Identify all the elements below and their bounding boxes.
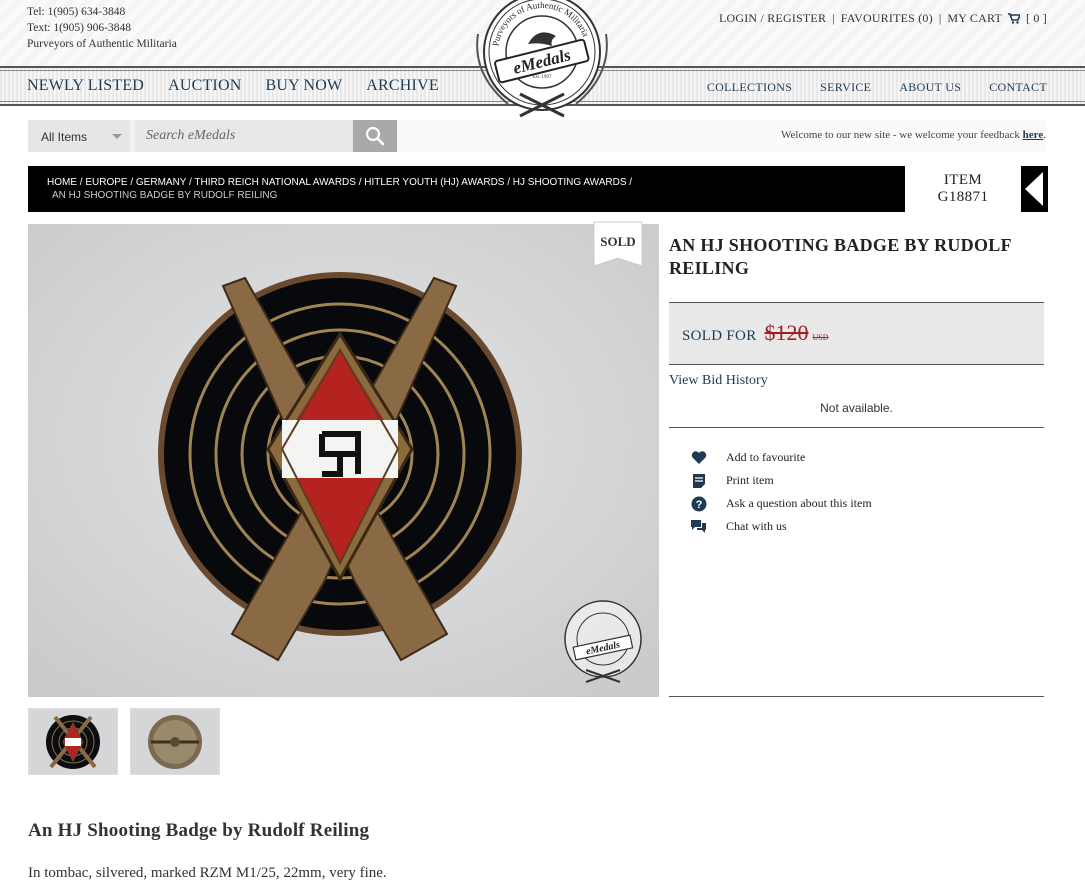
breadcrumb: HOME / EUROPE / GERMANY / THIRD REICH NA… (28, 166, 905, 212)
description-title: An HJ Shooting Badge by Rudolf Reiling (28, 820, 370, 841)
cart-link[interactable]: MY CART (947, 11, 1002, 26)
login-register-link[interactable]: LOGIN / REGISTER (719, 11, 826, 26)
feedback-link[interactable]: here (1023, 129, 1044, 141)
product-image[interactable]: eMedals (28, 224, 659, 697)
utility-links: LOGIN / REGISTER | FAVOURITES (0) | MY C… (718, 11, 1047, 26)
tagline: Purveyors of Authentic Militaria (27, 38, 177, 50)
nav-contact[interactable]: CONTACT (989, 80, 1047, 95)
print-item-action[interactable]: Print item (690, 469, 872, 492)
item-number-box: ITEM G18871 (905, 166, 1021, 212)
welcome-message: Welcome to our new site - we welcome you… (781, 129, 1046, 141)
thumbnail-reverse[interactable] (130, 708, 220, 775)
sold-for-label: SOLD FOR (682, 328, 757, 344)
watermark-logo: eMedals (564, 600, 642, 683)
description-text: In tombac, silvered, marked RZM M1/25, 2… (28, 865, 387, 881)
price-currency: USD (812, 333, 829, 342)
nav-buy-now[interactable]: BUY NOW (265, 77, 342, 95)
document-icon (690, 472, 707, 489)
text-number[interactable]: Text: 1(905) 906-3848 (27, 20, 177, 36)
previous-item-arrow[interactable] (1021, 166, 1048, 212)
sold-tag-label: SOLD (600, 234, 635, 249)
product-title: AN HJ SHOOTING BADGE BY RUDOLF REILING (669, 235, 1012, 278)
nav-primary: NEWLY LISTED AUCTION BUY NOW ARCHIVE (27, 77, 439, 95)
chevron-down-icon (112, 134, 122, 139)
add-to-favourite-action[interactable]: Add to favourite (690, 446, 872, 469)
svg-text:?: ? (695, 499, 702, 511)
breadcrumb-current: AN HJ SHOOTING BADGE BY RUDOLF REILING (52, 190, 278, 201)
item-actions: Add to favourite Print item ? Ask a ques… (690, 446, 872, 538)
breadcrumb-path[interactable]: HOME / EUROPE / GERMANY / THIRD REICH NA… (47, 177, 632, 188)
divider (669, 427, 1044, 428)
not-available-text: Not available. (820, 401, 893, 415)
chat-label: Chat with us (726, 519, 787, 533)
thumbnail-front[interactable] (28, 708, 118, 775)
emedals-logo[interactable]: Purveyors of Authentic Militaria eMedals… (458, 0, 626, 122)
nav-auction[interactable]: AUCTION (168, 77, 241, 95)
contact-info: Tel: 1(905) 634-3848 Text: 1(905) 906-38… (27, 4, 177, 52)
nav-archive[interactable]: ARCHIVE (366, 77, 439, 95)
sold-price: $120 (764, 320, 809, 345)
welcome-text: Welcome to our new site - we welcome you… (781, 129, 1020, 141)
add-to-favourite-label: Add to favourite (726, 450, 806, 464)
category-select[interactable]: All Items (28, 120, 130, 152)
nav-collections[interactable]: COLLECTIONS (707, 80, 792, 95)
item-number: G18871 (937, 189, 989, 205)
divider (669, 696, 1044, 697)
print-item-label: Print item (726, 473, 774, 487)
question-icon: ? (690, 495, 707, 512)
search-bar: All Items Welcome to our new site - we w… (28, 120, 1046, 152)
search-input[interactable] (135, 120, 353, 152)
bid-history-link[interactable]: View Bid History (669, 373, 768, 389)
item-label: ITEM (943, 172, 983, 188)
thumbnail-front-image (46, 715, 100, 769)
favourites-link[interactable]: FAVOURITES (0) (841, 11, 933, 26)
nav-service[interactable]: SERVICE (820, 80, 871, 95)
category-select-value: All Items (41, 130, 88, 144)
cart-count[interactable]: [ 0 ] (1026, 11, 1047, 26)
heart-icon (690, 449, 707, 466)
chat-action[interactable]: Chat with us (690, 515, 872, 538)
ask-question-action[interactable]: ? Ask a question about this item (690, 492, 872, 515)
price-box: SOLD FOR $120 USD (669, 302, 1044, 365)
ask-question-label: Ask a question about this item (726, 496, 872, 510)
search-button[interactable] (353, 120, 397, 152)
logo-est: Est. 1997 (533, 75, 552, 80)
cart-icon[interactable] (1008, 13, 1020, 24)
sold-tag: SOLD (593, 221, 643, 267)
nav-about-us[interactable]: ABOUT US (899, 80, 961, 95)
thumbnail-reverse-image (148, 715, 202, 769)
search-icon (365, 126, 385, 146)
chat-icon (690, 518, 707, 535)
nav-newly-listed[interactable]: NEWLY LISTED (27, 77, 144, 95)
nav-secondary: COLLECTIONS SERVICE ABOUT US CONTACT (707, 80, 1047, 95)
phone-number[interactable]: Tel: 1(905) 634-3848 (27, 4, 177, 20)
